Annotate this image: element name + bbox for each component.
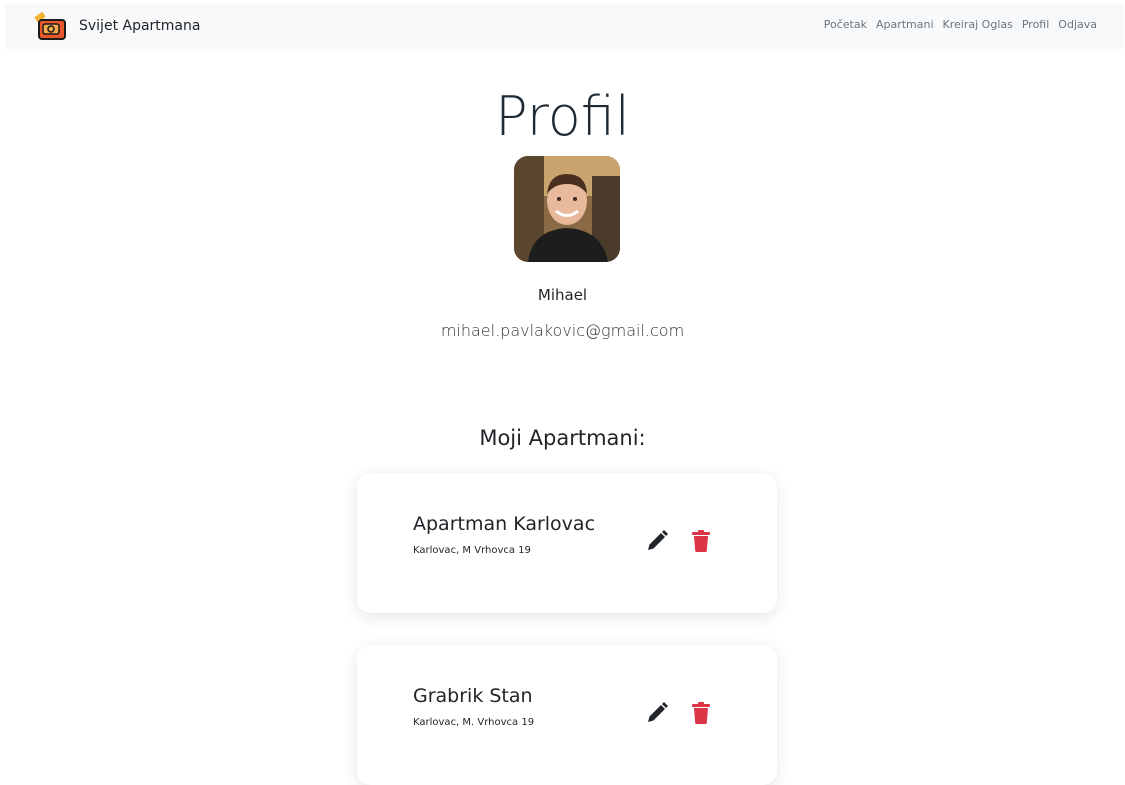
- nav-link-profil[interactable]: Profil: [1022, 18, 1049, 31]
- nav-link-pocetak[interactable]: Početak: [824, 18, 867, 31]
- nav-links: Početak Apartmani Kreiraj Oglas Profil O…: [824, 18, 1097, 31]
- brand-logo-icon: [33, 11, 71, 41]
- apartments-heading: Moji Apartmani:: [479, 426, 646, 450]
- avatar: [514, 156, 620, 262]
- username: Mihael: [537, 286, 588, 304]
- page-title: Profil: [495, 85, 630, 148]
- apartment-name: Grabrik Stan: [413, 685, 533, 707]
- user-email: mihael.pavlakovic@gmail.com: [440, 321, 685, 340]
- edit-pencil-icon[interactable]: [645, 529, 669, 553]
- apartment-name: Apartman Karlovac: [413, 513, 596, 535]
- nav-link-kreiraj-oglas[interactable]: Kreiraj Oglas: [943, 18, 1013, 31]
- brand-link[interactable]: Svijet Apartmana: [33, 11, 200, 41]
- apartment-card: Apartman Karlovac Karlovac, M Vrhovca 19: [357, 473, 777, 613]
- edit-pencil-icon[interactable]: [645, 701, 669, 725]
- apartment-address: Karlovac, M. Vrhovca 19: [413, 717, 535, 728]
- nav-link-odjava[interactable]: Odjava: [1058, 18, 1097, 31]
- delete-trash-icon[interactable]: [689, 701, 713, 725]
- brand-name: Svijet Apartmana: [79, 18, 201, 34]
- delete-trash-icon[interactable]: [689, 529, 713, 553]
- navbar: Svijet Apartmana Početak Apartmani Kreir…: [5, 4, 1124, 49]
- apartment-card: Grabrik Stan Karlovac, M. Vrhovca 19: [357, 645, 777, 785]
- apartment-address: Karlovac, M Vrhovca 19: [413, 545, 531, 556]
- nav-link-apartmani[interactable]: Apartmani: [876, 18, 934, 31]
